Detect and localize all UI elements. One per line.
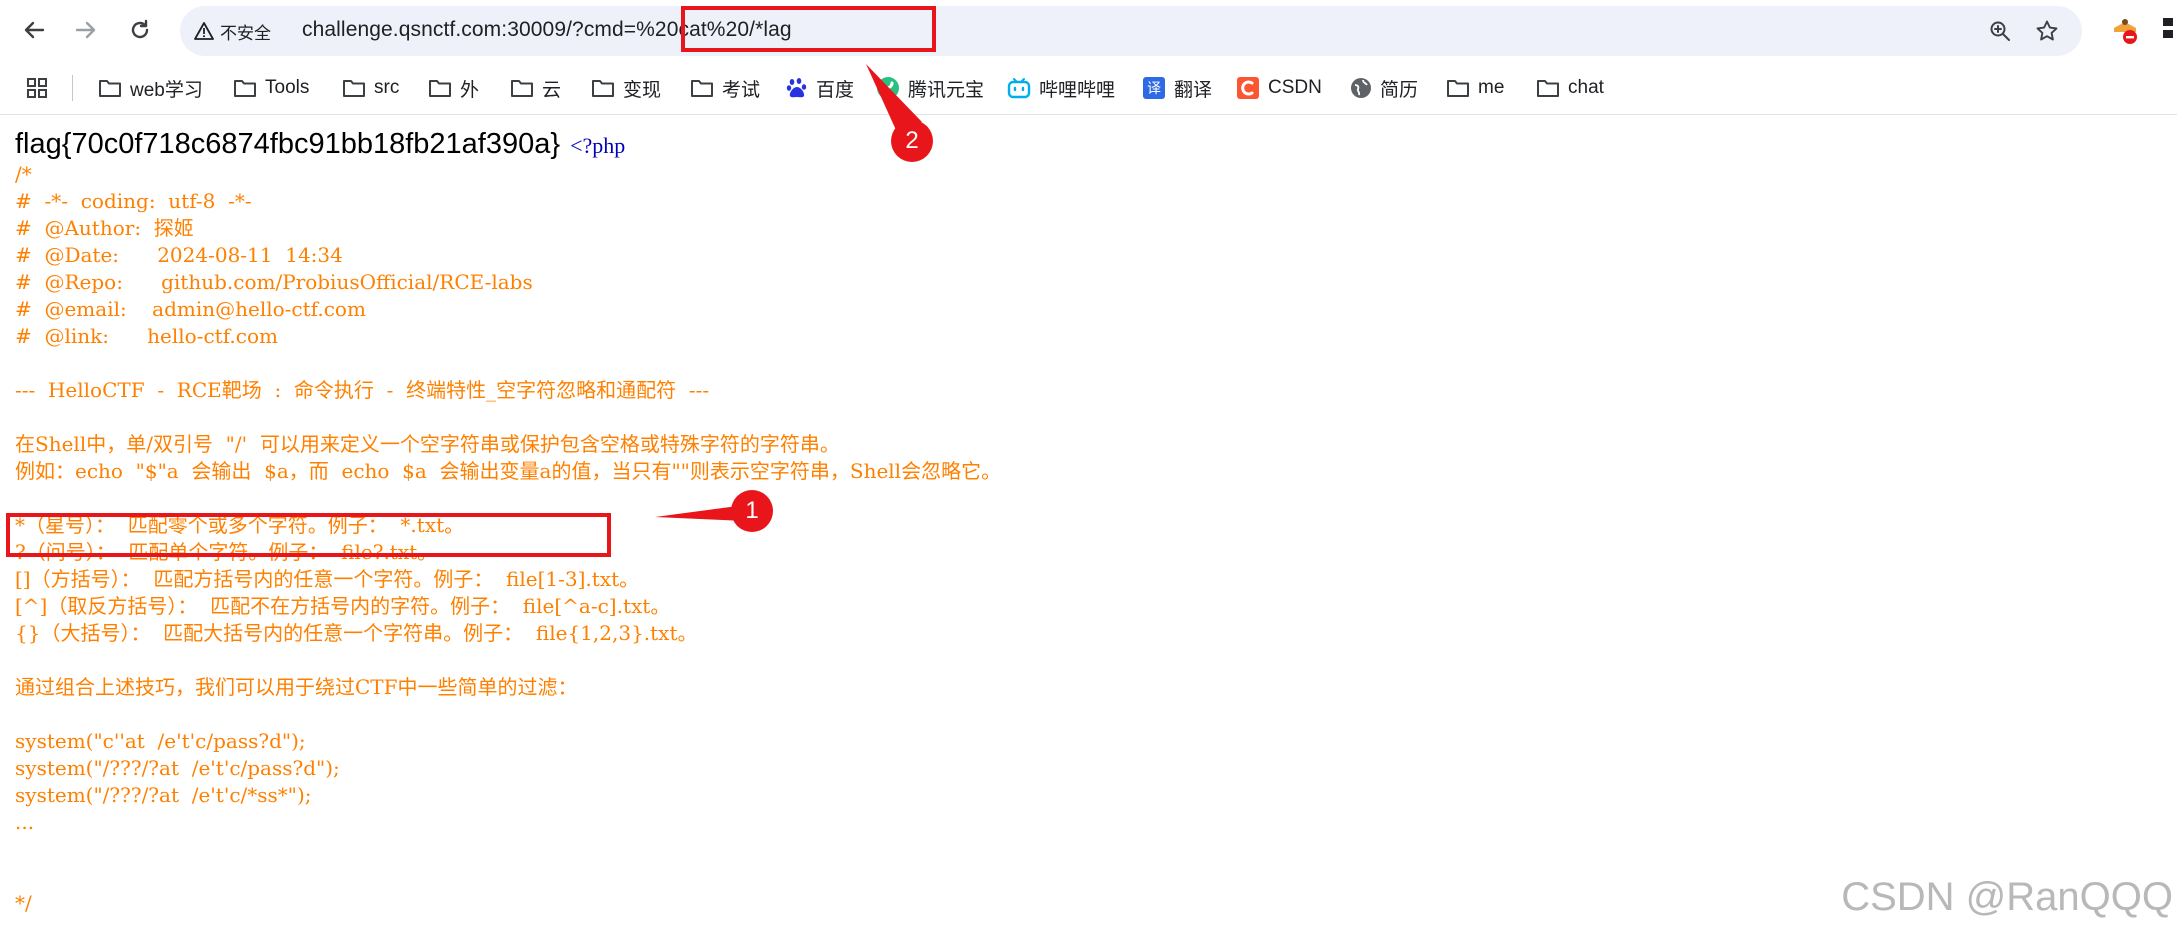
annotation-badge-1: 1 <box>731 490 773 532</box>
annotation-badge-2: 2 <box>891 120 933 162</box>
annotation-arrows <box>655 64 922 521</box>
watermark: CSDN @RanQQQ <box>1841 875 2173 919</box>
